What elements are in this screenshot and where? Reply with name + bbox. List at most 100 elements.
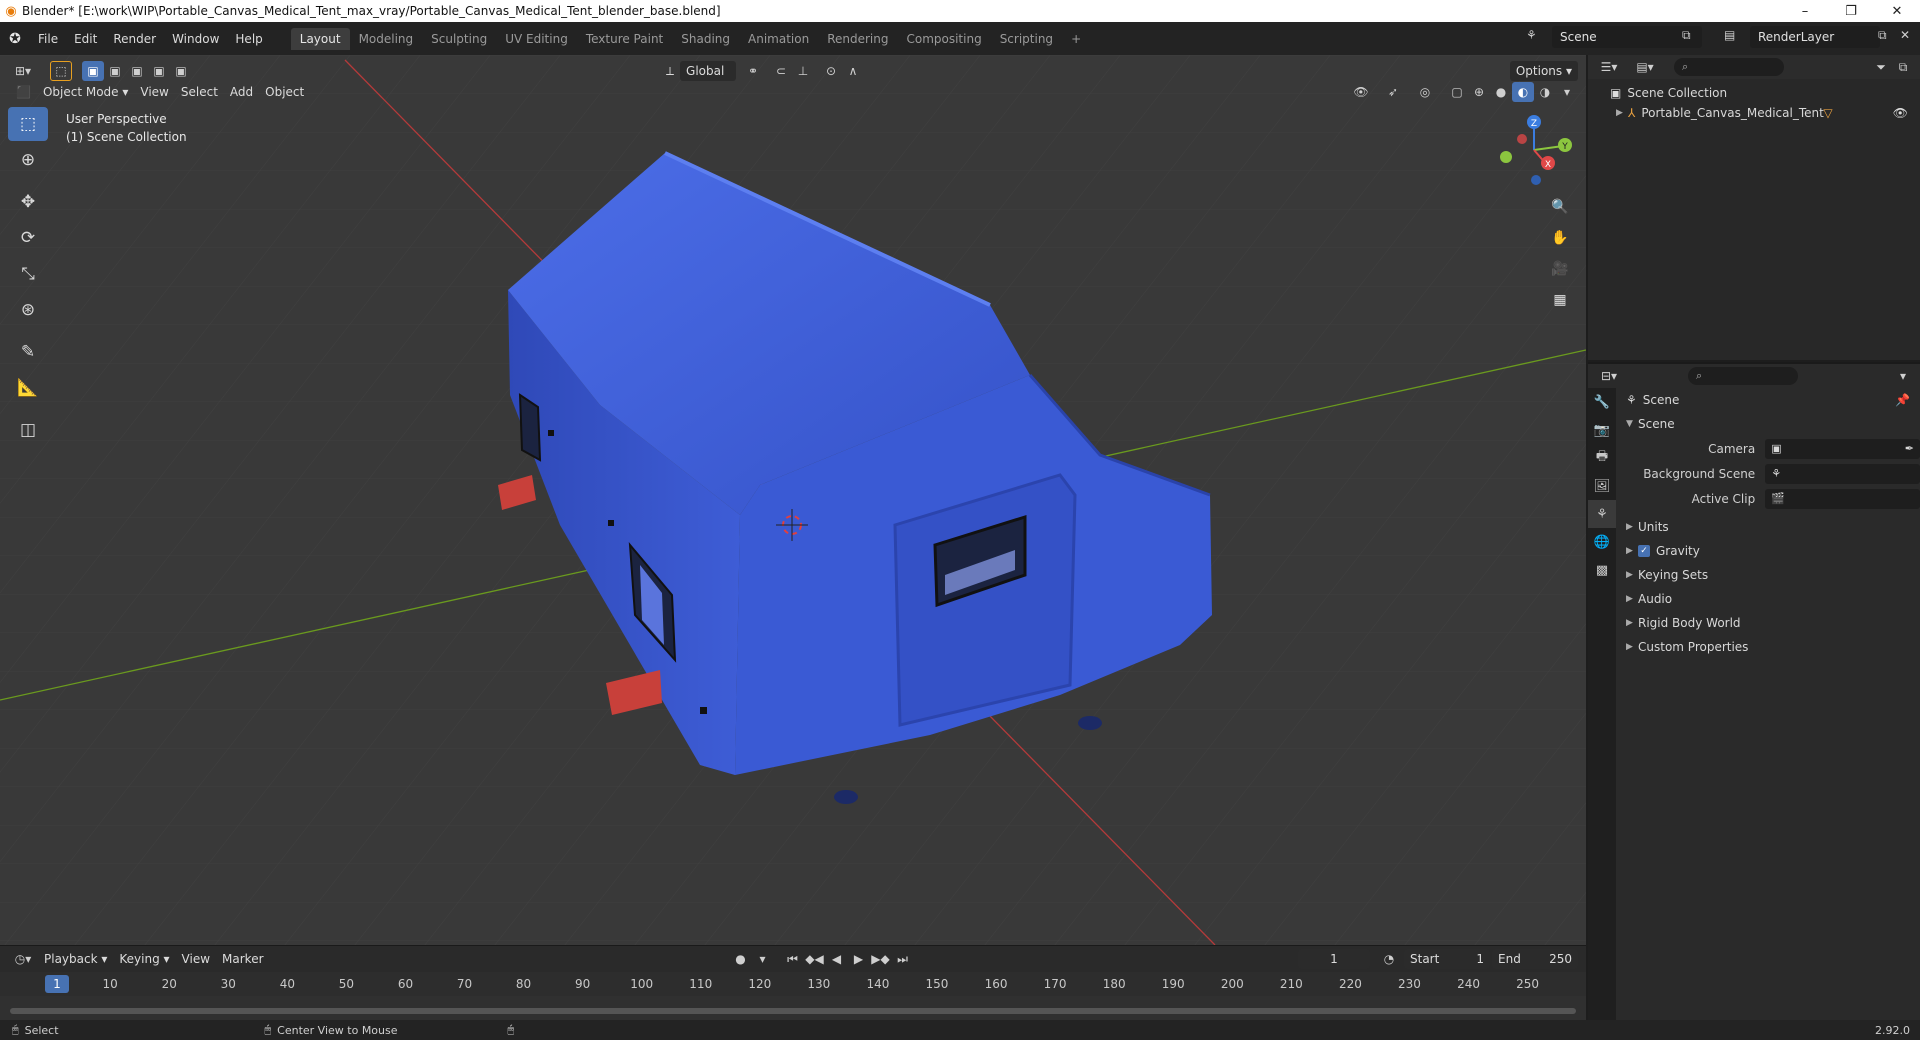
record-icon[interactable]: ● <box>730 949 752 969</box>
scene-panel-header[interactable]: ▼ Scene <box>1618 412 1920 436</box>
properties-search-input[interactable]: ⌕ <box>1688 367 1798 385</box>
overlay-toggle-icon[interactable]: ◎ <box>1414 82 1436 102</box>
remove-renderlayer-icon[interactable]: ✕ <box>1900 28 1910 42</box>
tab-compositing[interactable]: Compositing <box>897 28 990 50</box>
custom-properties-panel-header[interactable]: ▶ Custom Properties <box>1618 635 1920 659</box>
start-frame-field[interactable]: Start 1 <box>1404 949 1490 969</box>
visibility-icon[interactable]: 👁 <box>1350 82 1372 102</box>
menu-help[interactable]: Help <box>227 32 270 46</box>
perspective-toggle-icon[interactable]: ▦ <box>1546 286 1574 314</box>
eyedropper-icon[interactable]: ✒ <box>1905 442 1914 455</box>
menu-file[interactable]: File <box>30 32 66 46</box>
properties-options-icon[interactable]: ▾ <box>1892 366 1914 386</box>
add-workspace-button[interactable]: + <box>1062 28 1090 50</box>
rendered-shading-icon[interactable]: ◑ <box>1534 82 1556 102</box>
tab-shading[interactable]: Shading <box>672 28 739 50</box>
pin-icon[interactable]: 📌 <box>1895 393 1910 407</box>
texture-tab-icon[interactable]: ▩ <box>1588 556 1616 584</box>
end-frame-field[interactable]: End 250 <box>1492 949 1578 969</box>
snap-target-icon[interactable]: ⊥ <box>792 61 814 81</box>
audio-panel-header[interactable]: ▶ Audio <box>1618 587 1920 611</box>
viewport-menu-select[interactable]: Select <box>175 82 224 102</box>
menu-edit[interactable]: Edit <box>66 32 105 46</box>
new-scene-icon[interactable]: ⧉ <box>1682 28 1691 43</box>
renderlayer-selector[interactable]: RenderLayer <box>1750 26 1880 48</box>
visibility-eye-icon[interactable]: 👁 <box>1893 106 1908 120</box>
select-subtract-icon[interactable]: ▣ <box>126 61 148 81</box>
tab-modeling[interactable]: Modeling <box>350 28 423 50</box>
timeline-ruler[interactable]: 1 10 20 30 40 50 60 70 80 90 100 110 120 130 140 150 160… <box>0 972 1586 996</box>
viewport-menu-view[interactable]: View <box>134 82 174 102</box>
timeline-menu-marker[interactable]: Marker <box>216 949 269 969</box>
rigid-body-panel-header[interactable]: ▶ Rigid Body World <box>1618 611 1920 635</box>
minimize-button[interactable]: – <box>1782 4 1828 19</box>
outliner-search-input[interactable]: ⌕ <box>1674 58 1784 76</box>
tab-uv-editing[interactable]: UV Editing <box>496 28 577 50</box>
jump-start-icon[interactable]: ⏮ <box>782 949 804 969</box>
select-tool-icon[interactable]: ⬚ <box>50 61 72 81</box>
renderlayer-icon[interactable]: ▤ <box>1724 28 1735 42</box>
viewport-menu-object[interactable]: Object <box>259 82 310 102</box>
options-dropdown[interactable]: Options ▾ <box>1509 61 1578 81</box>
render-tab-icon[interactable]: 📷 <box>1588 416 1616 444</box>
display-mode-icon[interactable]: ▤▾ <box>1630 57 1660 77</box>
select-invert-icon[interactable]: ▣ <box>148 61 170 81</box>
viewport-menu-add[interactable]: Add <box>224 82 259 102</box>
preview-range-icon[interactable]: ◔ <box>1378 949 1400 969</box>
blender-menu-icon[interactable]: ✪ <box>0 31 30 47</box>
tab-rendering[interactable]: Rendering <box>818 28 897 50</box>
transform-tool-icon[interactable]: ⊛ <box>8 293 48 327</box>
output-tab-icon[interactable]: 🖶 <box>1588 444 1616 472</box>
falloff-icon[interactable]: ∧ <box>842 61 864 81</box>
scene-selector[interactable]: Scene <box>1552 26 1702 48</box>
timeline-scrollbar[interactable] <box>10 1008 1576 1014</box>
expand-chevron-icon[interactable]: ▶ <box>1616 108 1628 118</box>
mode-dropdown[interactable]: Object Mode ▾ <box>37 82 134 102</box>
solid-shading-icon[interactable]: ● <box>1490 82 1512 102</box>
outliner-editor-type-icon[interactable]: ☰▾ <box>1594 57 1624 77</box>
close-button[interactable]: ✕ <box>1874 4 1920 19</box>
move-tool-icon[interactable]: ✥ <box>8 185 48 219</box>
mode-icon[interactable]: ⬛ <box>10 82 37 102</box>
gravity-panel-header[interactable]: ▶ ✓ Gravity <box>1618 539 1920 563</box>
restore-button[interactable]: ❐ <box>1828 4 1874 19</box>
gizmo-toggle-icon[interactable]: ➶ <box>1382 82 1404 102</box>
pivot-icon[interactable]: ⚭ <box>742 61 764 81</box>
play-reverse-icon[interactable]: ◀ <box>826 949 848 969</box>
editor-type-icon[interactable]: ⊞▾ <box>8 61 38 81</box>
add-cube-tool-icon[interactable]: ◫ <box>8 413 48 447</box>
world-tab-icon[interactable]: 🌐 <box>1588 528 1616 556</box>
background-scene-field[interactable]: ⚘ <box>1765 463 1920 484</box>
scene-tab-icon[interactable]: ⚘ <box>1588 500 1616 528</box>
tab-animation[interactable]: Animation <box>739 28 818 50</box>
tab-texture-paint[interactable]: Texture Paint <box>577 28 672 50</box>
scene-icon[interactable]: ⚘ <box>1526 28 1537 42</box>
properties-editor-type-icon[interactable]: ⊟▾ <box>1594 366 1624 386</box>
new-renderlayer-icon[interactable]: ⧉ <box>1878 28 1887 43</box>
timeline-menu-keying[interactable]: Keying ▾ <box>113 949 175 969</box>
play-icon[interactable]: ▶ <box>848 949 870 969</box>
tab-layout[interactable]: Layout <box>290 27 350 50</box>
camera-field[interactable]: ▣ ✒ <box>1765 438 1920 459</box>
xray-icon[interactable]: ▢ <box>1446 82 1468 102</box>
prev-keyframe-icon[interactable]: ◆◀ <box>804 949 826 969</box>
annotate-tool-icon[interactable]: ✎ <box>8 335 48 369</box>
camera-view-icon[interactable]: 🎥 <box>1546 255 1574 283</box>
proportional-edit-icon[interactable]: ⊙ <box>820 61 842 81</box>
orientation-icon[interactable]: ⟂ <box>660 61 680 81</box>
next-keyframe-icon[interactable]: ▶◆ <box>870 949 892 969</box>
neg-x-axis-ball[interactable] <box>1517 134 1527 144</box>
outliner-row-scene-collection[interactable]: ▣ Scene Collection <box>1588 83 1920 103</box>
tab-scripting[interactable]: Scripting <box>991 28 1062 50</box>
wireframe-shading-icon[interactable]: ⊕ <box>1468 82 1490 102</box>
timeline-menu-view[interactable]: View <box>176 949 216 969</box>
new-collection-icon[interactable]: ⧉ <box>1892 57 1914 77</box>
neg-y-axis-ball[interactable] <box>1500 151 1512 163</box>
measure-tool-icon[interactable]: 📐 <box>8 371 48 405</box>
units-panel-header[interactable]: ▶ Units <box>1618 515 1920 539</box>
keying-sets-panel-header[interactable]: ▶ Keying Sets <box>1618 563 1920 587</box>
timeline-menu-playback[interactable]: Playback ▾ <box>38 949 113 969</box>
scale-tool-icon[interactable]: ⤡ <box>8 257 48 291</box>
neg-z-axis-ball[interactable] <box>1531 175 1541 185</box>
select-extend-icon[interactable]: ▣ <box>104 61 126 81</box>
